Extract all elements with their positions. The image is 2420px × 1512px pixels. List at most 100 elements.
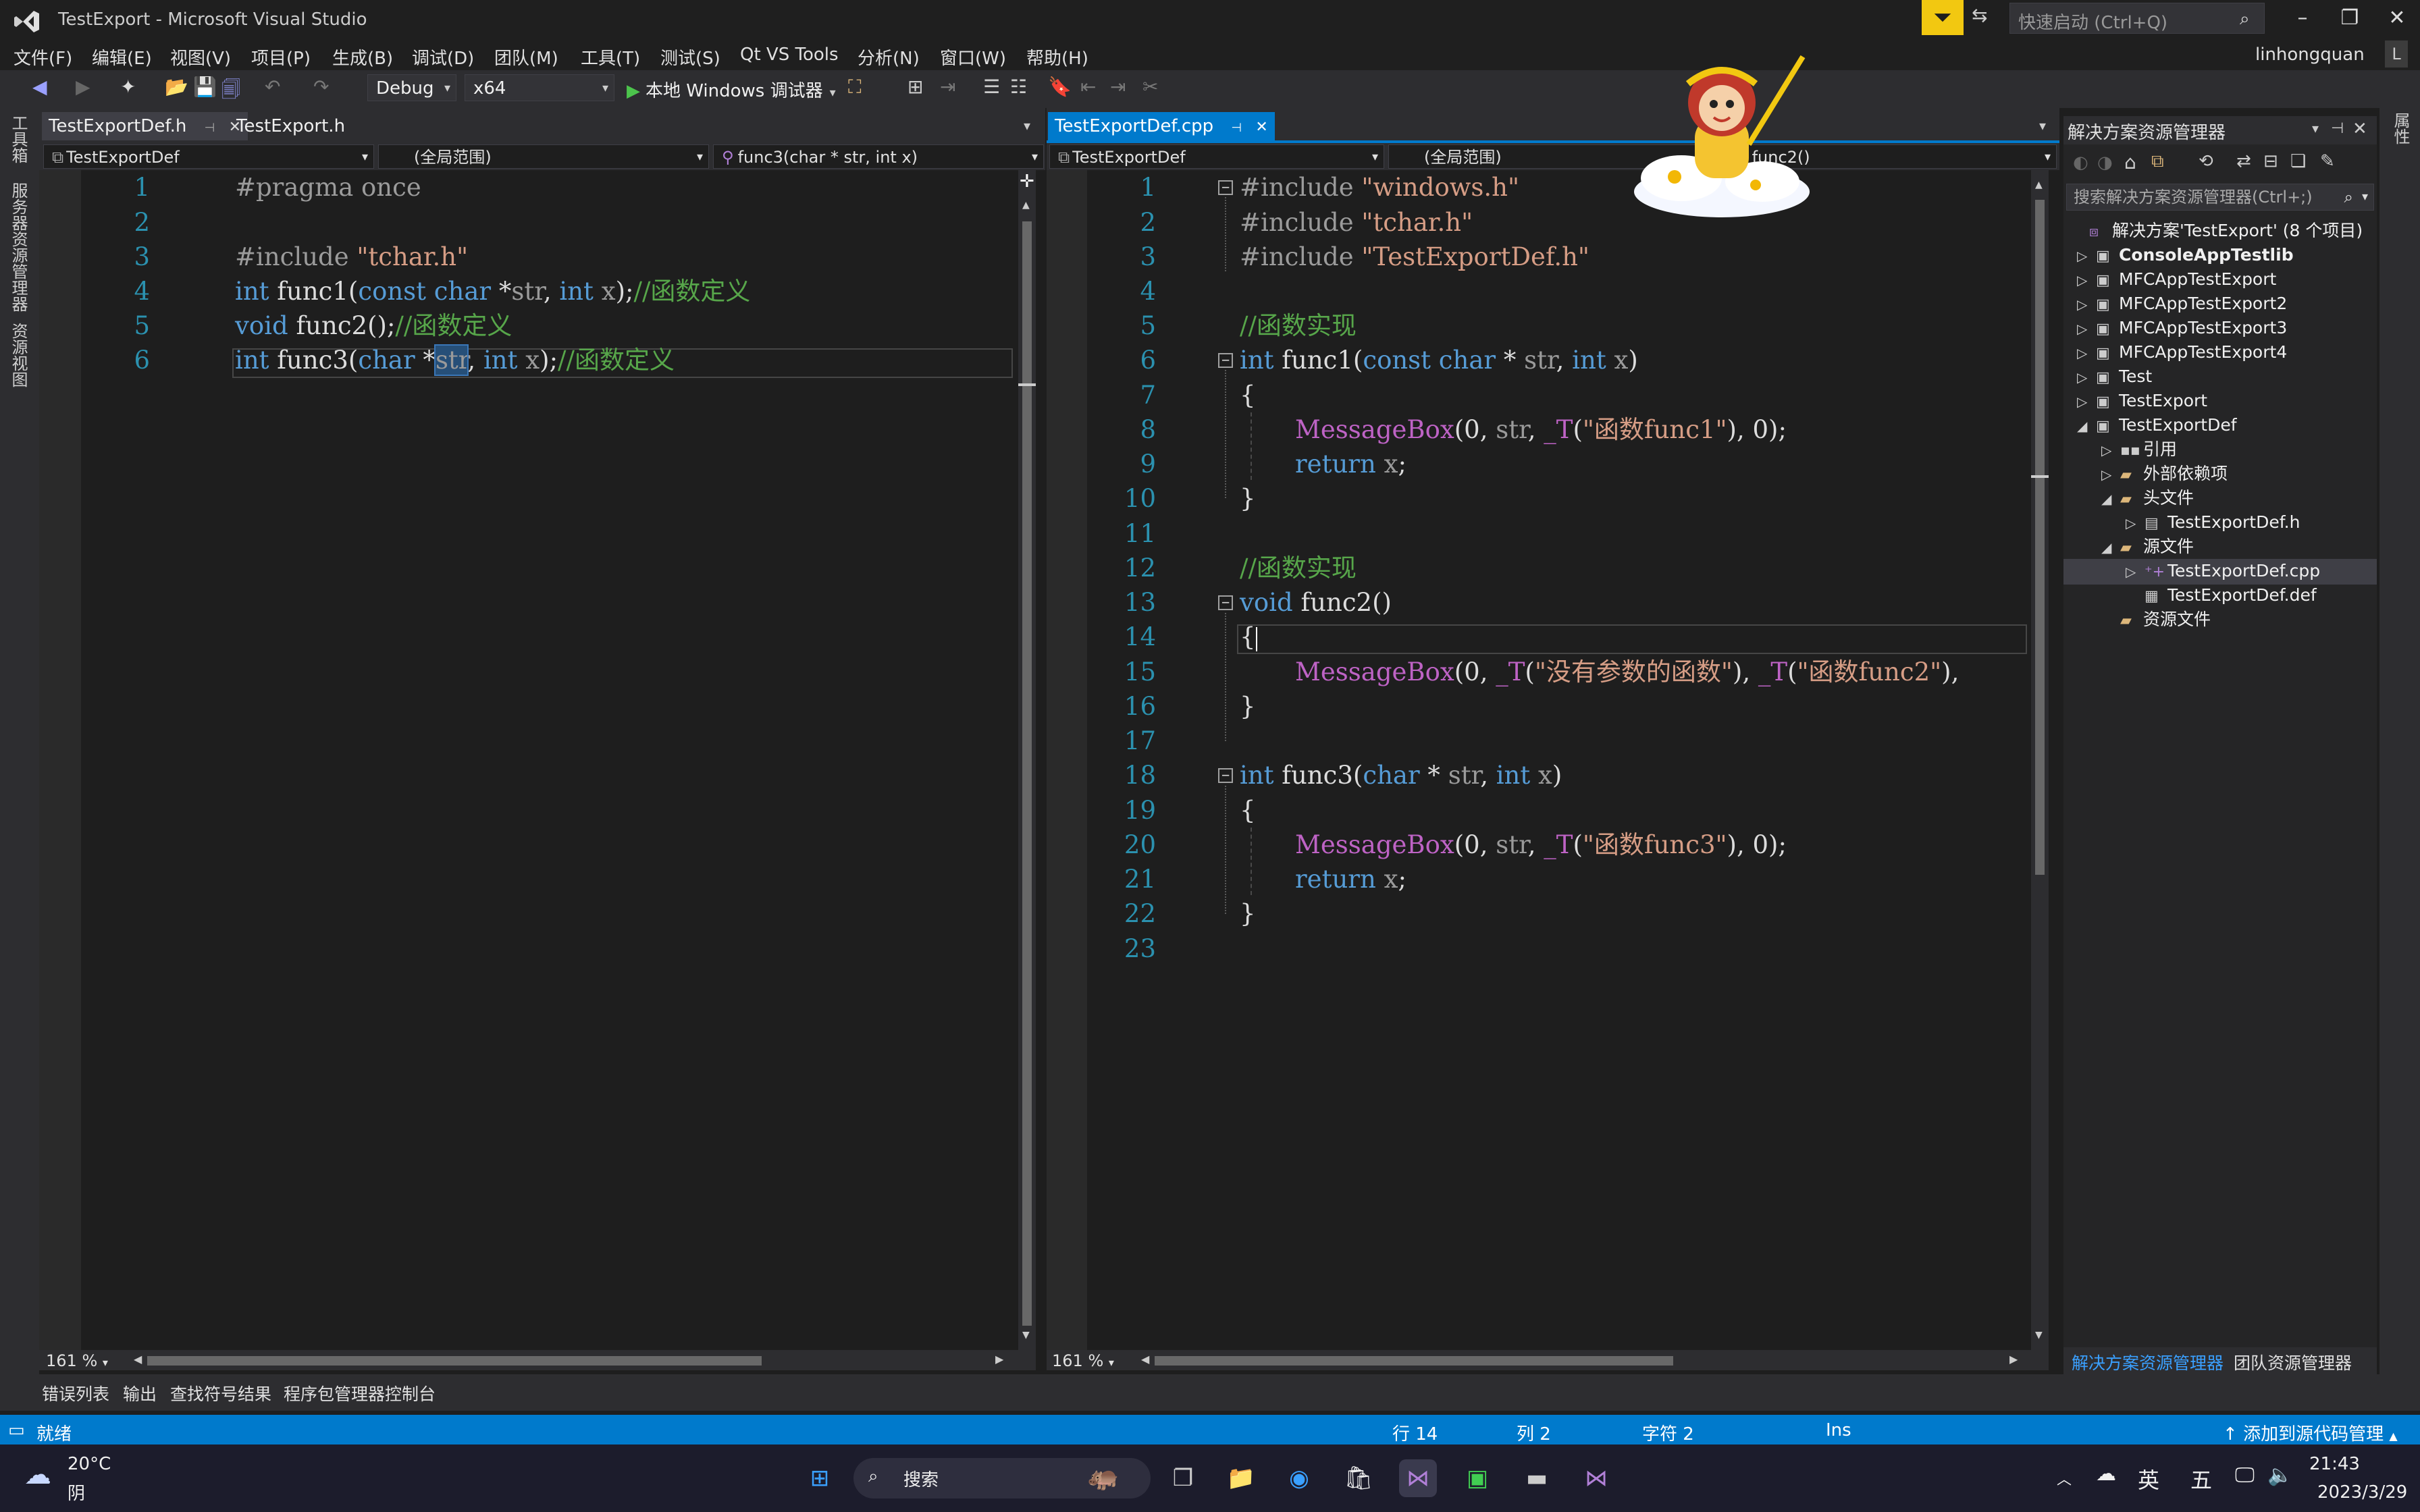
save-all-icon[interactable]: 🗐 bbox=[221, 76, 240, 108]
search-icon[interactable]: ⌕ bbox=[2344, 184, 2353, 210]
visual-studio-taskbar-icon[interactable]: ⋈ bbox=[1399, 1459, 1437, 1497]
bookmark-icon[interactable]: 🔖 bbox=[1048, 76, 1072, 98]
visual-studio-2-icon[interactable]: ⋈ bbox=[1577, 1459, 1615, 1497]
menu-tools[interactable]: 工具(T) bbox=[581, 45, 640, 70]
global-scope-select[interactable]: (全局范围)▾ bbox=[378, 144, 709, 169]
user-name[interactable]: linhongquan bbox=[2255, 45, 2365, 65]
forward-icon[interactable]: ◑ bbox=[2097, 153, 2113, 173]
right-vertical-scrollbar[interactable]: ▲ ▼ bbox=[2031, 170, 2049, 1350]
collapse-icon[interactable]: − bbox=[1218, 595, 1233, 610]
collapse-icon[interactable]: − bbox=[1218, 353, 1233, 368]
menu-analyze[interactable]: 分析(N) bbox=[858, 45, 920, 70]
tab-error-list[interactable]: 错误列表 bbox=[42, 1381, 109, 1405]
tree-item[interactable]: ◢ ▰ 头文件 bbox=[2101, 486, 2194, 512]
task-view-icon[interactable]: ❐ bbox=[1164, 1459, 1202, 1497]
menu-view[interactable]: 视图(V) bbox=[170, 45, 231, 70]
collapse-icon[interactable]: − bbox=[1218, 180, 1233, 195]
onedrive-icon[interactable]: ☁ bbox=[2096, 1462, 2116, 1486]
pin-icon[interactable]: ⊣ bbox=[1231, 121, 1242, 135]
redo-icon[interactable]: ↷ bbox=[313, 76, 329, 98]
scroll-thumb[interactable] bbox=[1022, 221, 1032, 1326]
zoom-level[interactable]: 161 % ▾ bbox=[1052, 1351, 1114, 1370]
new-project-icon[interactable]: ✦ bbox=[120, 76, 136, 98]
left-code-editor[interactable]: 1 2 3 4 5 6 #pragma once #include "tchar… bbox=[39, 170, 1018, 1350]
tab-list-dropdown-icon[interactable]: ▾ bbox=[2039, 117, 2046, 134]
scroll-right-icon[interactable]: ▶ bbox=[995, 1353, 1003, 1366]
split-icon[interactable]: ✛ bbox=[1020, 171, 1034, 192]
scroll-down-icon[interactable]: ▼ bbox=[1022, 1330, 1030, 1341]
tab-team-explorer[interactable]: 团队资源管理器 bbox=[2234, 1350, 2352, 1374]
zoom-level[interactable]: 161 % ▾ bbox=[46, 1351, 108, 1370]
member-select[interactable]: ⚲ func3(char * str, int x) ▾ bbox=[713, 144, 1044, 169]
menu-project[interactable]: 项目(P) bbox=[251, 45, 311, 70]
back-icon[interactable]: ◀ bbox=[32, 76, 47, 98]
save-icon[interactable]: 💾 bbox=[193, 76, 217, 98]
close-icon[interactable]: ✕ bbox=[2377, 3, 2417, 34]
solution-config-select[interactable]: Debug ▾ bbox=[367, 74, 456, 101]
wrench-icon[interactable]: ✎ bbox=[2320, 151, 2335, 171]
scroll-up-icon[interactable]: ▲ bbox=[1022, 200, 1030, 211]
right-horizontal-scrollbar[interactable]: 161 % ▾ ◀ ▶ bbox=[1047, 1350, 2049, 1370]
menu-build[interactable]: 生成(B) bbox=[332, 45, 393, 70]
menu-window[interactable]: 窗口(W) bbox=[940, 45, 1006, 70]
minimize-icon[interactable]: – bbox=[2282, 3, 2323, 34]
tree-item[interactable]: ▦ TestExportDef.def bbox=[2126, 583, 2317, 609]
menu-file[interactable]: 文件(F) bbox=[14, 45, 72, 70]
tree-item[interactable]: ▷ ▣ TestExport bbox=[2077, 389, 2207, 414]
tab-package-manager-console[interactable]: 程序包管理器控制台 bbox=[284, 1381, 436, 1405]
left-vertical-scrollbar[interactable]: ✛ ▲ ▼ bbox=[1018, 170, 1036, 1350]
clock-date[interactable]: 2023/3/29 bbox=[2317, 1482, 2407, 1503]
menu-team[interactable]: 团队(M) bbox=[494, 45, 558, 70]
prev-bookmark-icon[interactable]: ⇤ bbox=[1080, 76, 1096, 98]
menu-debug[interactable]: 调试(D) bbox=[412, 45, 474, 70]
tree-item[interactable]: ▰ 资源文件 bbox=[2101, 608, 2211, 633]
comment-icon[interactable]: ☰ bbox=[983, 76, 1000, 98]
server-explorer-tab[interactable]: 服务器资源管理器 bbox=[7, 182, 30, 312]
clear-bookmarks-icon[interactable]: ✂ bbox=[1142, 76, 1158, 98]
weather-condition[interactable]: 阴 bbox=[68, 1480, 85, 1505]
tab-solution-explorer[interactable]: 解决方案资源管理器 bbox=[2072, 1350, 2224, 1374]
indent-icon[interactable]: ⇥ bbox=[940, 76, 955, 98]
tree-solution[interactable]: ⧈ 解决方案'TestExport' (8 个项目) bbox=[2089, 219, 2363, 244]
scroll-left-icon[interactable]: ◀ bbox=[1141, 1353, 1149, 1366]
ime-mode[interactable]: 五 bbox=[2190, 1463, 2212, 1494]
qt-creator-icon[interactable]: ▣ bbox=[1458, 1459, 1496, 1497]
quick-launch-input[interactable]: 快速启动 (Ctrl+Q) ⌕ bbox=[2009, 3, 2265, 34]
menu-test[interactable]: 测试(S) bbox=[660, 45, 720, 70]
store-icon[interactable]: 🛍 bbox=[1340, 1459, 1377, 1497]
back-icon[interactable]: ◐ bbox=[2073, 153, 2088, 173]
volume-icon[interactable]: 🔈 bbox=[2267, 1463, 2292, 1487]
tree-item[interactable]: ▷ ▣ MFCAppTestExport4 bbox=[2077, 340, 2287, 366]
find-in-files-icon[interactable]: ⛶ bbox=[848, 76, 862, 99]
pending-changes-icon[interactable]: ⟲ bbox=[2199, 151, 2213, 171]
switch-views-icon[interactable]: ⧉ bbox=[2151, 151, 2164, 172]
tree-item[interactable]: ▷ ▪▪ 引用 bbox=[2101, 437, 2177, 463]
scroll-left-icon[interactable]: ◀ bbox=[134, 1353, 142, 1366]
toolbox-tab[interactable]: 工具箱 bbox=[7, 115, 30, 163]
collapse-icon[interactable]: − bbox=[1218, 768, 1233, 783]
resource-view-tab[interactable]: 资源视图 bbox=[7, 323, 30, 387]
tab-find-symbol-results[interactable]: 查找符号结果 bbox=[170, 1381, 271, 1405]
tree-item[interactable]: ▷ ▣ MFCAppTestExport3 bbox=[2077, 316, 2287, 342]
tab-testexportdef-cpp[interactable]: TestExportDef.cpp ⊣ ✕ bbox=[1048, 112, 1275, 140]
solution-explorer-icon[interactable]: ⊞ bbox=[908, 76, 923, 98]
file-explorer-icon[interactable]: 📁 bbox=[1222, 1459, 1260, 1497]
scroll-right-icon[interactable]: ▶ bbox=[2009, 1353, 2018, 1366]
pin-icon[interactable]: ⊣ bbox=[2331, 120, 2344, 137]
tree-item[interactable]: ▷ ▣ ConsoleAppTestlib bbox=[2077, 243, 2294, 269]
temperature[interactable]: 20°C bbox=[68, 1454, 111, 1474]
project-scope-select[interactable]: ⧉ TestExportDef ▾ bbox=[43, 144, 374, 169]
forward-icon[interactable]: ▶ bbox=[76, 76, 90, 98]
tree-item[interactable]: ◢ ▰ 源文件 bbox=[2101, 535, 2194, 560]
scroll-down-icon[interactable]: ▼ bbox=[2035, 1330, 2043, 1341]
notification-filter-icon[interactable]: ⏷ bbox=[1922, 0, 1964, 35]
tab-output[interactable]: 输出 bbox=[123, 1381, 157, 1405]
sync-icon[interactable]: ⇄ bbox=[2236, 151, 2251, 171]
uncomment-icon[interactable]: ☷ bbox=[1010, 76, 1027, 98]
panel-menu-icon[interactable]: ▾ bbox=[2312, 120, 2319, 136]
scroll-thumb[interactable] bbox=[2035, 200, 2045, 875]
tree-item[interactable]: ▷ ▣ MFCAppTestExport bbox=[2077, 267, 2276, 293]
tab-testexportdef-h[interactable]: TestExportDef.h ⊣ ✕ bbox=[42, 112, 248, 140]
tree-item[interactable]: ▷ ▰ 外部依赖项 bbox=[2101, 462, 2228, 487]
chevron-down-icon[interactable]: ▾ bbox=[2362, 184, 2368, 210]
